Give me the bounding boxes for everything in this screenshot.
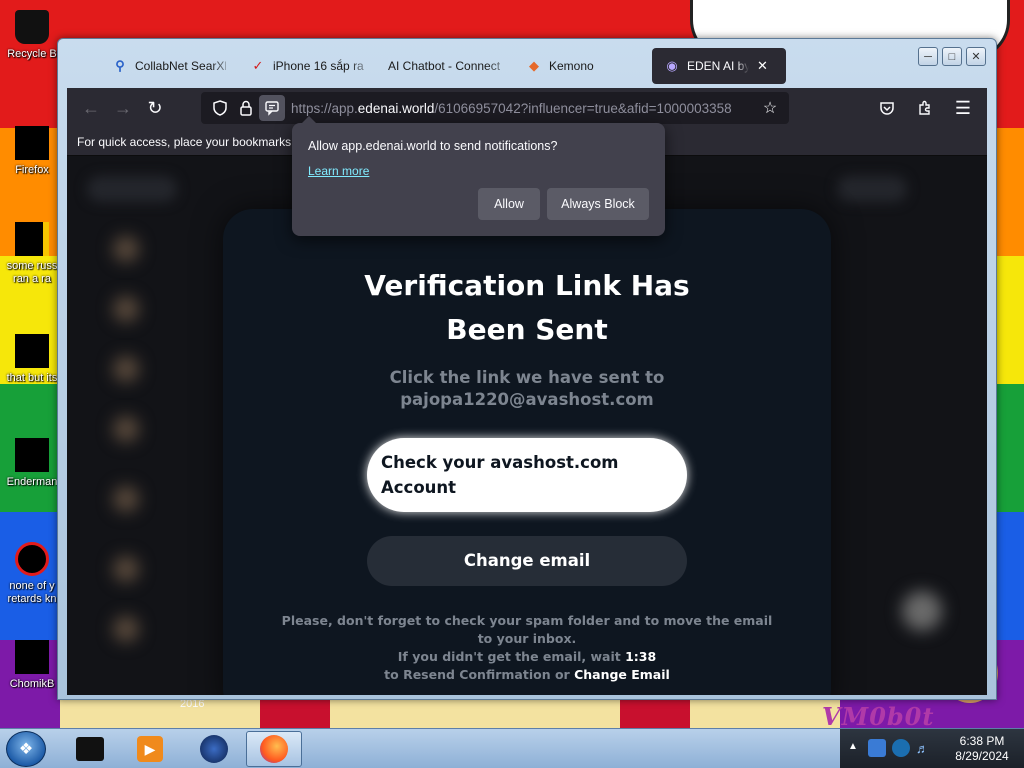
url-text[interactable]: https://app.edenai.world/61066957042?inf…	[291, 101, 757, 116]
back-button[interactable]: ←	[75, 92, 107, 124]
start-button[interactable]: ❖	[6, 731, 46, 767]
window-icon	[15, 438, 49, 472]
firefox-icon	[260, 735, 288, 763]
system-tray: ▲ ♬ 6:38 PM 8/29/2024	[840, 729, 1024, 768]
close-tab-icon[interactable]: ✕	[757, 58, 768, 74]
change-email-button[interactable]: Change email	[367, 536, 687, 586]
close-window-button[interactable]: ✕	[966, 47, 986, 66]
network-icon[interactable]	[868, 739, 886, 757]
app-icon	[76, 737, 104, 761]
minimize-button[interactable]: ─	[918, 47, 938, 66]
taskbar-firefox[interactable]	[246, 731, 302, 767]
nav-toolbar: ← → ↻ https://app.edenai.world/610669570…	[67, 88, 987, 128]
taskbar-app-globe[interactable]	[186, 731, 242, 767]
verification-card: Verification Link Has Been Sent Click th…	[223, 209, 831, 695]
recycle-bin-icon	[15, 10, 49, 44]
extensions-icon[interactable]	[909, 92, 941, 124]
taskbar-media-player[interactable]: ▶	[122, 731, 178, 767]
tab-strip: ⚲ CollabNet SearXN ✓ iPhone 16 sắp ra AI…	[100, 48, 786, 84]
resend-timer: 1:38	[625, 649, 657, 664]
clock[interactable]: 6:38 PM 8/29/2024	[940, 734, 1024, 764]
file-icon	[15, 222, 49, 256]
fox-icon: ◆	[529, 58, 539, 73]
bookmark-star-icon[interactable]: ☆	[757, 95, 783, 121]
tab-collabnet[interactable]: ⚲ CollabNet SearXN	[100, 48, 238, 84]
footer-note: Please, don't forget to check your spam …	[273, 612, 781, 684]
notification-permission-popup: Allow app.edenai.world to send notificat…	[292, 116, 665, 236]
desktop-icon-file-1[interactable]: some russ ran a ra	[2, 222, 62, 286]
image-icon	[15, 334, 49, 368]
tray-app-icon[interactable]	[892, 739, 910, 757]
taskbar: ❖ ▶ ▲ ♬ 6:38 PM 8/29/2024	[0, 728, 1024, 768]
page-content: Verification Link Has Been Sent Click th…	[67, 156, 987, 695]
maximize-button[interactable]: □	[942, 47, 962, 66]
show-hidden-icons-icon[interactable]: ▲	[848, 741, 858, 752]
tab-eden-ai[interactable]: ◉ EDEN AI by EVA ✕	[652, 48, 786, 84]
url-bar[interactable]: https://app.edenai.world/61066957042?inf…	[201, 92, 789, 124]
wallpaper-text: VM0b0t	[822, 702, 935, 731]
news-icon: ✓	[252, 58, 264, 73]
eye-icon: ◉	[666, 58, 678, 73]
search-icon: ⚲	[115, 58, 125, 73]
email-address: pajopa1220@avashost.com	[400, 390, 654, 409]
media-player-icon: ▶	[137, 736, 163, 762]
window-controls: ─ □ ✕	[918, 47, 986, 66]
firefox-icon	[15, 126, 49, 160]
bookmarks-hint: For quick access, place your bookmarks h	[77, 135, 302, 149]
taskbar-app-1[interactable]	[62, 731, 118, 767]
page-subtitle: Click the link we have sent to	[389, 368, 665, 387]
notification-message: Allow app.edenai.world to send notificat…	[308, 139, 558, 153]
forward-button[interactable]: →	[107, 92, 139, 124]
resend-wait-line: If you didn't get the email, wait 1:38	[397, 649, 657, 664]
tab-kemono[interactable]: ◆ Kemono	[514, 48, 652, 84]
clock-time: 6:38 PM	[959, 734, 1005, 748]
reload-button[interactable]: ↻	[139, 92, 171, 124]
tab-ai-chatbot[interactable]: AI Chatbot - Connect	[376, 48, 514, 84]
change-email-link[interactable]: Change Email	[574, 667, 670, 682]
toolbar-right: ☰	[871, 92, 979, 124]
menu-icon[interactable]: ☰	[947, 92, 979, 124]
desktop-icon-chomik[interactable]: ChomikB	[2, 640, 62, 691]
tab-iphone[interactable]: ✓ iPhone 16 sắp ra	[238, 48, 376, 84]
always-block-button[interactable]: Always Block	[547, 188, 649, 220]
resend-line: to Resend Confirmation or Change Email	[384, 667, 670, 682]
circle-icon	[15, 542, 49, 576]
desktop-icon-recycle-bin[interactable]: Recycle B	[2, 10, 62, 61]
page-title: Verification Link Has Been Sent	[364, 269, 690, 346]
desktop-icon-file-3[interactable]: none of y retards kn	[2, 542, 62, 606]
desktop-icon-enderman[interactable]: Enderman	[2, 438, 62, 489]
notification-permission-icon[interactable]	[259, 95, 285, 121]
volume-icon[interactable]: ♬	[916, 741, 929, 756]
globe-icon	[200, 735, 228, 763]
check-account-button[interactable]: Check your avashost.com Account	[367, 438, 687, 512]
allow-button[interactable]: Allow	[478, 188, 540, 220]
pocket-icon[interactable]	[871, 92, 903, 124]
lock-icon[interactable]	[233, 95, 259, 121]
spam-reminder: Please, don't forget to check your spam …	[281, 613, 773, 646]
desktop-icon-firefox[interactable]: Firefox	[2, 126, 62, 177]
desktop-icon-file-2[interactable]: that but its	[2, 334, 62, 385]
clock-date: 8/29/2024	[955, 749, 1009, 763]
popup-arrow	[302, 116, 316, 123]
shield-icon[interactable]	[207, 95, 233, 121]
learn-more-link[interactable]: Learn more	[308, 164, 369, 178]
hamster-file-icon	[15, 640, 49, 674]
